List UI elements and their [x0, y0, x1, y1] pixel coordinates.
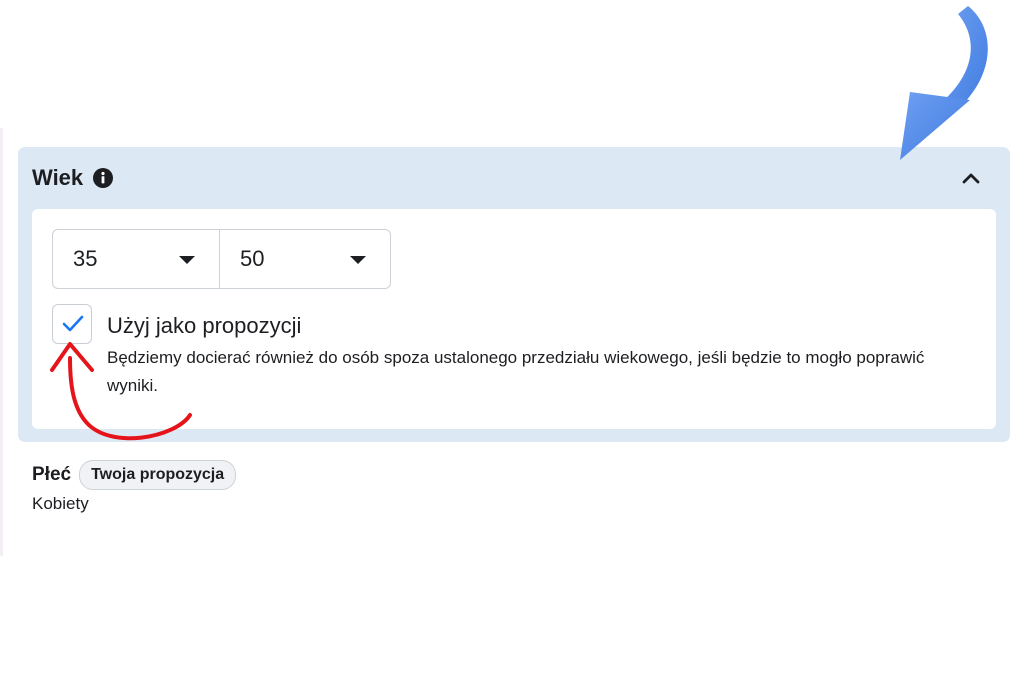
- min-age-value: 35: [73, 246, 98, 271]
- left-edge-divider: [0, 128, 3, 556]
- next-section-clipped: [32, 540, 482, 555]
- caret-down-icon: [179, 256, 195, 264]
- info-icon[interactable]: [93, 168, 114, 188]
- gender-value: Kobiety: [32, 494, 89, 513]
- caret-down-icon: [350, 256, 366, 264]
- gender-section-title: Płeć: [32, 464, 72, 485]
- chevron-up-icon[interactable]: [960, 167, 982, 189]
- annotation-arrow-icon: [50, 342, 192, 441]
- max-age-value: 50: [240, 246, 265, 271]
- suggestion-badge: Twoja propozycja: [79, 460, 237, 490]
- age-section-header: Wiek: [32, 165, 114, 191]
- annotation-arrow-icon: [900, 6, 988, 160]
- min-age-dropdown[interactable]: 35: [52, 229, 220, 289]
- gender-section-header: Płeć Twoja propozycja: [32, 460, 237, 490]
- max-age-dropdown[interactable]: 50: [220, 229, 391, 289]
- age-section-title: Wiek: [32, 165, 84, 190]
- use-as-suggestion-description: Będziemy docierać również do osób spoza …: [107, 348, 925, 395]
